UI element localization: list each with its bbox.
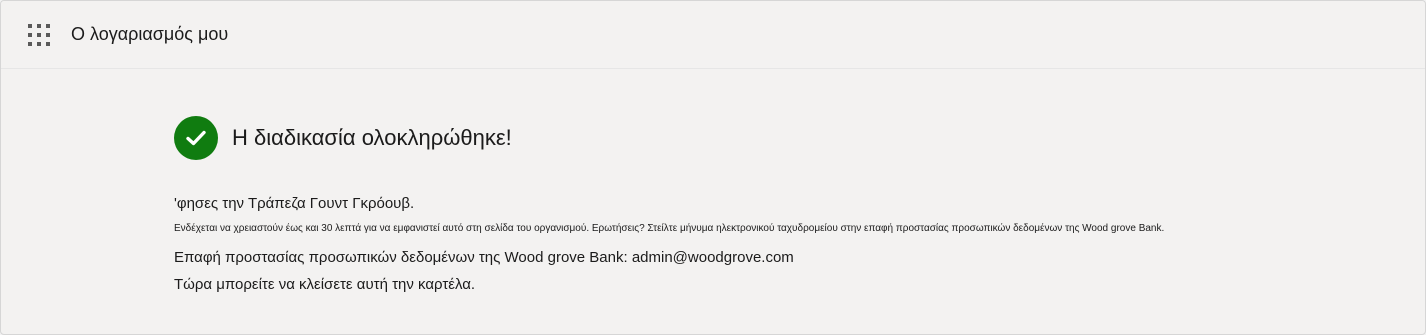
success-header: Η διαδικασία ολοκληρώθηκε! [174,116,512,160]
left-org-message: 'φησες την Τράπεζα Γουντ Γκρόουβ. [174,195,415,212]
close-tab-hint: Τώρα μπορείτε να κλείσετε αυτή την καρτέ… [174,276,476,293]
checkmark-icon [186,130,206,146]
processing-note: Ενδέχεται να χρειαστούν έως και 30 λεπτά… [174,223,1165,234]
privacy-contact: Επαφή προστασίας προσωπικών δεδομένων τη… [174,249,794,266]
main-content: Η διαδικασία ολοκληρώθηκε! 'φησες την Τρ… [174,116,1164,293]
top-bar: Ο λογαριασμός μου [1,1,1425,69]
page-frame: Ο λογαριασμός μου Η διαδικασία ολοκληρώθ… [0,0,1426,335]
success-title: Η διαδικασία ολοκληρώθηκε! [232,125,512,150]
checkmark-circle-icon [174,116,218,160]
app-title: Ο λογαριασμός μου [71,24,229,44]
app-launcher-icon[interactable] [28,23,50,46]
